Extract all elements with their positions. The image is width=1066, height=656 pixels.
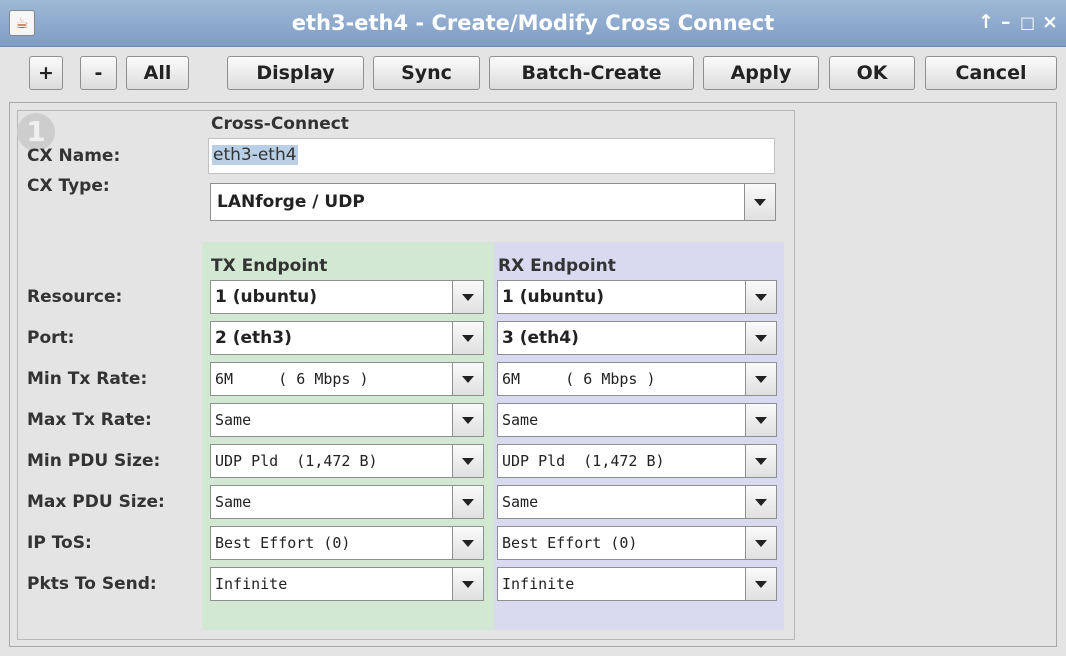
chevron-down-icon[interactable] [745, 363, 776, 395]
rx-max-pdu-size-value: Same [502, 493, 539, 511]
tx-resource-value: 1 (ubuntu) [215, 287, 317, 307]
cx-type-label: CX Type: [27, 176, 110, 196]
chevron-down-icon[interactable] [452, 486, 483, 518]
rx-ip-tos-select[interactable]: Best Effort (0) [497, 526, 777, 560]
tx-min-pdu-size-value: UDP Pld (1,472 B) [215, 452, 378, 470]
rx-min-tx-rate-value: 6M ( 6 Mbps ) [502, 370, 656, 388]
cx-name-value: eth3-eth4 [212, 145, 298, 165]
port-label: Port: [27, 328, 75, 348]
tx-ip-tos-select[interactable]: Best Effort (0) [210, 526, 484, 560]
pin-icon[interactable]: ↑ [978, 11, 994, 33]
tx-max-pdu-size-value: Same [215, 493, 252, 511]
rx-pkts-to-send-select[interactable]: Infinite [497, 567, 777, 601]
ok-button[interactable]: OK [829, 56, 915, 90]
rx-pkts-to-send-value: Infinite [502, 575, 575, 593]
chevron-down-icon[interactable] [452, 322, 483, 354]
rx-resource-select[interactable]: 1 (ubuntu) [497, 280, 777, 314]
chevron-down-icon[interactable] [452, 568, 483, 600]
chevron-down-icon[interactable] [452, 281, 483, 313]
chevron-down-icon[interactable] [452, 363, 483, 395]
chevron-down-icon[interactable] [452, 404, 483, 436]
tx-port-select[interactable]: 2 (eth3) [210, 321, 484, 355]
section-title: Cross-Connect [211, 114, 349, 134]
pkts-to-send-label: Pkts To Send: [27, 574, 157, 594]
remove-button[interactable]: - [80, 56, 117, 90]
rx-max-pdu-size-select[interactable]: Same [497, 485, 777, 519]
rx-min-tx-rate-select[interactable]: 6M ( 6 Mbps ) [497, 362, 777, 396]
chevron-down-icon[interactable] [452, 527, 483, 559]
cx-type-value: LANforge / UDP [217, 192, 365, 212]
sync-button[interactable]: Sync [373, 56, 480, 90]
cx-name-input[interactable]: eth3-eth4 [208, 138, 775, 174]
chevron-down-icon[interactable] [744, 184, 775, 220]
chevron-down-icon[interactable] [745, 527, 776, 559]
ip-tos-label: IP ToS: [27, 533, 92, 553]
rx-resource-value: 1 (ubuntu) [502, 287, 604, 307]
rx-min-pdu-size-select[interactable]: UDP Pld (1,472 B) [497, 444, 777, 478]
chevron-down-icon[interactable] [745, 568, 776, 600]
tx-min-tx-rate-select[interactable]: 6M ( 6 Mbps ) [210, 362, 484, 396]
window-title: eth3-eth4 - Create/Modify Cross Connect [291, 11, 775, 35]
display-button[interactable]: Display [227, 56, 364, 90]
rx-max-tx-rate-select[interactable]: Same [497, 403, 777, 437]
toolbar: + - All Display Sync Batch-Create Apply … [0, 47, 1066, 100]
cx-type-select[interactable]: LANforge / UDP [210, 183, 776, 221]
cross-connect-window: ☕ eth3-eth4 - Create/Modify Cross Connec… [0, 0, 1066, 656]
chevron-down-icon[interactable] [452, 445, 483, 477]
tx-ip-tos-value: Best Effort (0) [215, 534, 351, 552]
all-button[interactable]: All [126, 56, 189, 90]
rx-min-pdu-size-value: UDP Pld (1,472 B) [502, 452, 665, 470]
max-tx-rate-label: Max Tx Rate: [27, 410, 152, 430]
add-button[interactable]: + [29, 56, 63, 90]
tx-min-tx-rate-value: 6M ( 6 Mbps ) [215, 370, 369, 388]
apply-button[interactable]: Apply [703, 56, 819, 90]
cx-name-label: CX Name: [27, 146, 121, 166]
batch-create-button[interactable]: Batch-Create [489, 56, 694, 90]
rx-port-select[interactable]: 3 (eth4) [497, 321, 777, 355]
min-tx-rate-label: Min Tx Rate: [27, 369, 148, 389]
close-icon[interactable]: × [1042, 11, 1058, 33]
tx-max-pdu-size-select[interactable]: Same [210, 485, 484, 519]
chevron-down-icon[interactable] [745, 404, 776, 436]
chevron-down-icon[interactable] [745, 445, 776, 477]
min-pdu-size-label: Min PDU Size: [27, 451, 161, 471]
tx-max-tx-rate-value: Same [215, 411, 252, 429]
chevron-down-icon[interactable] [745, 322, 776, 354]
tx-min-pdu-size-select[interactable]: UDP Pld (1,472 B) [210, 444, 484, 478]
maximize-icon[interactable]: □ [1020, 13, 1035, 32]
rx-ip-tos-value: Best Effort (0) [502, 534, 638, 552]
minimize-icon[interactable]: – [1001, 11, 1011, 33]
title-bar[interactable]: ☕ eth3-eth4 - Create/Modify Cross Connec… [0, 0, 1066, 47]
cancel-button[interactable]: Cancel [925, 56, 1057, 90]
rx-endpoint-header: RX Endpoint [498, 256, 616, 276]
chevron-down-icon[interactable] [745, 486, 776, 518]
chevron-down-icon[interactable] [745, 281, 776, 313]
rx-port-value: 3 (eth4) [502, 328, 579, 348]
tx-endpoint-header: TX Endpoint [211, 256, 328, 276]
tx-port-value: 2 (eth3) [215, 328, 292, 348]
tx-max-tx-rate-select[interactable]: Same [210, 403, 484, 437]
resource-label: Resource: [27, 287, 123, 307]
tx-resource-select[interactable]: 1 (ubuntu) [210, 280, 484, 314]
rx-max-tx-rate-value: Same [502, 411, 539, 429]
max-pdu-size-label: Max PDU Size: [27, 492, 165, 512]
tx-pkts-to-send-select[interactable]: Infinite [210, 567, 484, 601]
tx-pkts-to-send-value: Infinite [215, 575, 288, 593]
